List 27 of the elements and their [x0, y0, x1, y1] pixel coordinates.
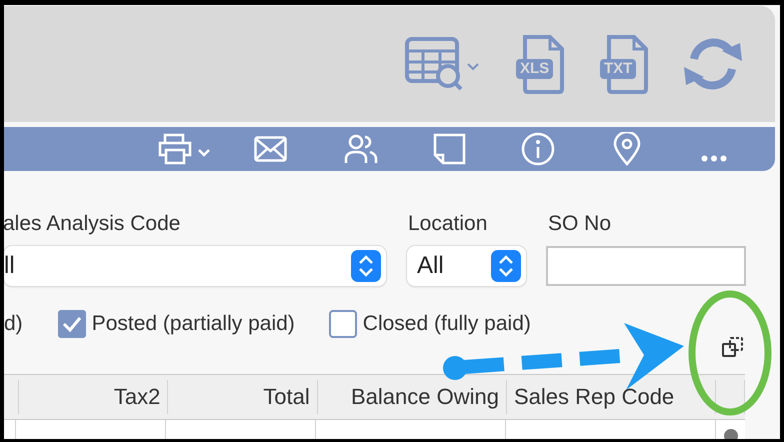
location-select[interactable]: All: [407, 246, 526, 286]
people-icon[interactable]: [344, 134, 378, 164]
so-no-input[interactable]: [546, 246, 746, 286]
file-type-label: XLS: [516, 59, 554, 79]
checkbox[interactable]: [328, 310, 357, 338]
stepper-icon[interactable]: [491, 250, 521, 282]
sales-analysis-code-select[interactable]: ll: [4, 246, 386, 286]
option-label: d): [4, 312, 23, 336]
info-icon[interactable]: [521, 132, 555, 166]
refresh-icon[interactable]: [682, 37, 744, 91]
file-type-label: TXT: [600, 59, 636, 79]
stepper-icon[interactable]: [351, 250, 381, 282]
location-pin-icon[interactable]: [613, 132, 641, 166]
copy-icon[interactable]: [721, 336, 745, 358]
field-label: SO No: [548, 211, 612, 237]
option-label[interactable]: Closed (fully paid): [362, 312, 531, 336]
field-label: ales Analysis Code: [4, 211, 182, 237]
option-label[interactable]: Posted (partially paid): [92, 312, 295, 336]
printer-icon[interactable]: [157, 133, 213, 165]
scroll-knob-icon[interactable]: [724, 429, 738, 439]
more-icon[interactable]: [701, 155, 727, 162]
note-icon[interactable]: [433, 133, 466, 165]
column-header[interactable]: Tax2: [19, 380, 168, 414]
column-header[interactable]: Total: [168, 380, 318, 414]
checkbox[interactable]: [58, 310, 86, 338]
field-label: Location: [408, 211, 488, 237]
mail-icon[interactable]: [254, 136, 287, 162]
